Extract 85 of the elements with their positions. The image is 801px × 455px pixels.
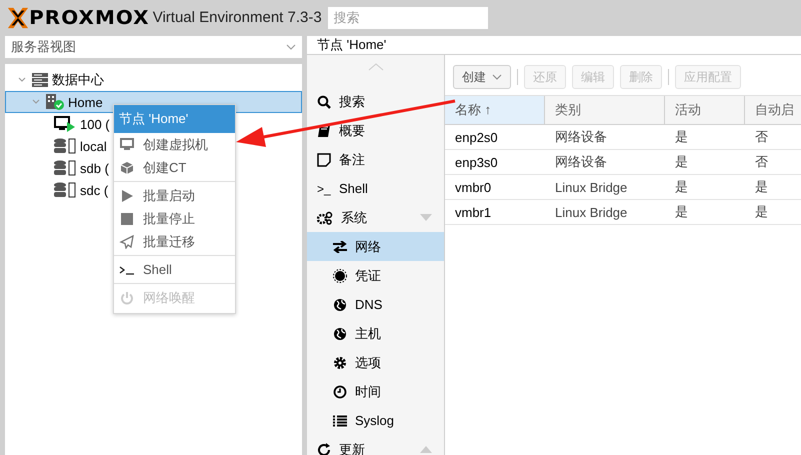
tree-item[interactable]: 100 ( [54, 116, 110, 132]
list-icon [333, 414, 347, 426]
terminal-icon: >_ [317, 182, 331, 196]
note-icon [317, 152, 331, 166]
gear-icon [333, 356, 347, 370]
paper-plane-icon [119, 234, 135, 248]
nav-item[interactable]: 时间 [307, 377, 444, 406]
running-vm-icon [54, 116, 76, 132]
scroll-up-icon[interactable] [368, 63, 384, 71]
certificate-icon [333, 268, 347, 282]
search-field[interactable]: 搜索 [328, 6, 488, 28]
table-cell-text: 否 [754, 128, 769, 146]
nav-item[interactable]: 备注 [307, 145, 444, 174]
book-icon [317, 124, 331, 138]
table-cell-text: vmbr1 [454, 204, 492, 222]
arrows-icon [333, 240, 347, 252]
table-cell-text: enp3s0 [454, 154, 499, 172]
panel-title: 节点 'Home' [317, 36, 386, 54]
logo-text: PROXMOX [29, 6, 150, 28]
table-cell-text: 是 [674, 153, 689, 171]
table-cell-text: Linux Bridge [554, 204, 628, 222]
globe-icon [333, 326, 347, 340]
table-cell-text: enp2s0 [454, 128, 499, 147]
tree-item[interactable]: local [54, 138, 107, 154]
table-cell-text: 是 [674, 203, 689, 221]
caret-icon[interactable] [420, 446, 432, 453]
nav-item[interactable]: DNS [307, 290, 444, 319]
table-cell-text: 是 [674, 128, 689, 146]
nav-item[interactable]: 凭证 [307, 261, 444, 290]
nav-item[interactable]: >_ Shell [307, 174, 444, 203]
chevron-down-icon [492, 74, 502, 80]
table-cell-text: Linux Bridge [554, 178, 628, 197]
gears-icon [317, 210, 333, 224]
storage-icon [54, 160, 76, 176]
menu-item[interactable]: 创建虚拟机 [114, 133, 235, 156]
nav-item[interactable]: 网络 [307, 232, 444, 261]
storage-icon [54, 138, 76, 154]
menu-item[interactable]: 批量停止 [114, 207, 235, 230]
product-title: Virtual Environment 7.3-3 [152, 9, 322, 26]
cube-icon [119, 160, 135, 174]
view-selector[interactable]: 服务器视图 [5, 36, 302, 58]
column-header[interactable]: 活动 [665, 96, 745, 124]
terminal-icon [119, 264, 135, 276]
table-cell-text: vmbr0 [454, 178, 492, 196]
nav-item[interactable]: Syslog [307, 406, 444, 435]
monitor-icon [119, 138, 135, 151]
table-cell-text: 否 [754, 153, 769, 171]
nav-item[interactable]: 搜索 [307, 87, 444, 116]
stop-icon [119, 212, 135, 226]
storage-icon [54, 182, 76, 198]
menu-item[interactable]: 批量启动 [114, 184, 235, 207]
menu-item[interactable]: Shell [114, 258, 235, 281]
play-icon [119, 188, 135, 202]
nav-item[interactable]: 选项 [307, 348, 444, 377]
menu-item[interactable]: 批量迁移 [114, 230, 235, 253]
server-online-icon [46, 94, 64, 110]
nav-item[interactable]: 概要 [307, 116, 444, 145]
clock-icon [333, 384, 347, 398]
caret-icon[interactable] [420, 214, 432, 221]
power-icon [119, 290, 135, 304]
create-menu-button[interactable]: 创建 [453, 65, 511, 89]
globe-icon [333, 298, 347, 312]
logo-icon [6, 6, 30, 28]
table-cell-text: 是 [754, 178, 769, 196]
tree-item[interactable]: 数据中心 [32, 71, 104, 89]
table-cell-text: 网络设备 [554, 153, 608, 171]
expander-icon[interactable] [18, 76, 26, 84]
server-rack-icon [32, 73, 48, 87]
tree-item[interactable]: sdc ( [54, 182, 108, 198]
column-header[interactable]: 名称 ↑ [445, 96, 545, 124]
context-menu-title: 节点 'Home' [114, 105, 235, 133]
tree-item[interactable]: Home [46, 94, 103, 110]
table-cell-text: 是 [674, 178, 689, 196]
column-header[interactable]: 自动启 [745, 96, 801, 124]
table-cell-text: 网络设备 [554, 128, 608, 146]
table-cell-text: 是 [754, 203, 769, 221]
refresh-icon [317, 442, 331, 455]
tree-item[interactable]: sdb ( [54, 160, 109, 176]
column-header[interactable]: 类别 [545, 96, 665, 124]
menu-item[interactable]: 创建CT [114, 156, 235, 179]
dropdown-chevron-icon[interactable] [286, 44, 296, 50]
expander-icon[interactable] [32, 98, 40, 106]
nav-item[interactable]: 主机 [307, 319, 444, 348]
search-icon [317, 94, 331, 108]
nav-item[interactable]: 系统 [307, 203, 444, 232]
